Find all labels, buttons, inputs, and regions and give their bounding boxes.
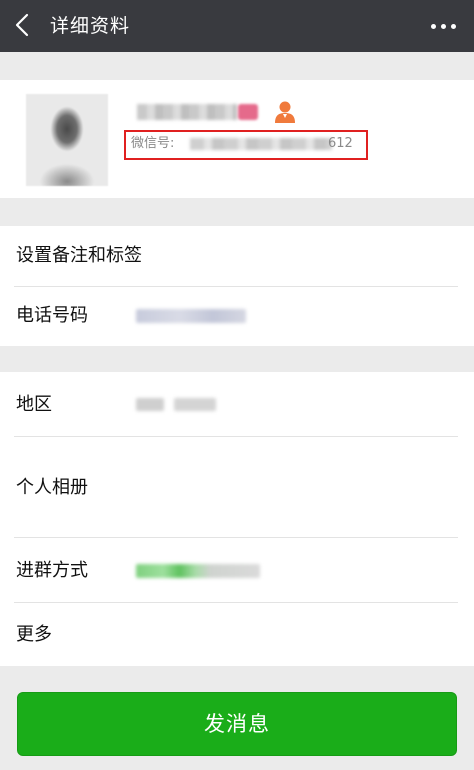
send-message-button[interactable]: 发消息 [17, 692, 457, 756]
chevron-left-icon [15, 13, 29, 37]
wechat-id-suffix: 612 [328, 136, 353, 151]
album-label: 个人相册 [16, 477, 88, 498]
phone-label: 电话号码 [16, 305, 88, 326]
remark-tags-label: 设置备注和标签 [16, 245, 142, 266]
badge-blurred [238, 104, 258, 120]
region-row: 地区 [0, 372, 474, 436]
region-value-blurred [174, 398, 216, 411]
phone-row[interactable]: 电话号码 [0, 287, 474, 346]
join-method-value-blurred [136, 564, 260, 578]
remark-tags-row[interactable]: 设置备注和标签 [0, 226, 474, 286]
back-button[interactable] [10, 8, 34, 42]
album-row[interactable]: 个人相册 [0, 437, 474, 537]
top-bar: 详细资料 [0, 0, 474, 52]
region-label: 地区 [16, 394, 52, 415]
more-button[interactable] [422, 10, 464, 42]
join-method-label: 进群方式 [16, 560, 88, 581]
nickname-blurred [137, 104, 237, 120]
more-row[interactable]: 更多 [0, 603, 474, 666]
avatar[interactable] [26, 94, 108, 186]
wechat-id-blurred [190, 138, 332, 150]
region-value-blurred [136, 398, 164, 411]
phone-value-blurred[interactable] [136, 309, 246, 323]
wechat-id-label: 微信号: [131, 136, 175, 151]
page-title: 详细资料 [50, 15, 131, 37]
more-label: 更多 [16, 624, 52, 645]
more-dots-icon [430, 23, 436, 29]
settings-group: 设置备注和标签 电话号码 [0, 226, 474, 346]
join-method-row: 进群方式 [0, 538, 474, 602]
info-group: 地区 个人相册 进群方式 更多 [0, 372, 474, 666]
person-icon [275, 101, 295, 123]
